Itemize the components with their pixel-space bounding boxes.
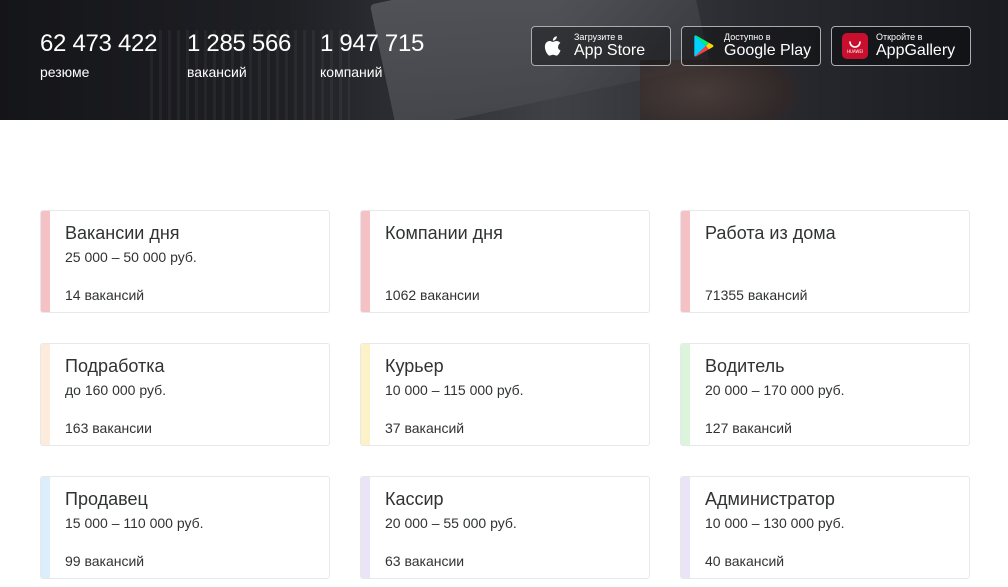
svg-text:HUAWEI: HUAWEI <box>847 49 863 54</box>
stat-resumes-label: резюме <box>40 64 90 80</box>
card-title: Администратор <box>705 489 835 509</box>
card-salary: 25 000 – 50 000 руб. <box>65 249 197 265</box>
stat-resumes[interactable]: 62 473 422 резюме <box>40 30 157 81</box>
card-salary: 20 000 – 170 000 руб. <box>705 382 845 398</box>
card-count: 1062 вакансии <box>385 287 480 303</box>
card-part-time[interactable]: Подработка до 160 000 руб. 163 вакансии <box>40 343 330 446</box>
card-count: 71355 вакансий <box>705 287 808 303</box>
app-store-caption: Загрузите в <box>574 32 623 42</box>
card-vacancies-of-day[interactable]: Вакансии дня 25 000 – 50 000 руб. 14 вак… <box>40 210 330 313</box>
stat-vacancies-value: 1 285 566 <box>187 30 292 57</box>
apple-icon <box>542 34 566 58</box>
card-title: Продавец <box>65 489 148 509</box>
card-accent-bar <box>681 477 690 578</box>
card-salary: 20 000 – 55 000 руб. <box>385 515 517 531</box>
card-count: 127 вакансий <box>705 420 792 436</box>
card-title: Водитель <box>705 356 785 376</box>
card-salary: 15 000 – 110 000 руб. <box>65 515 204 531</box>
hero-banner: 62 473 422 резюме 1 285 566 вакансий 1 9… <box>0 0 1008 120</box>
card-salary: 10 000 – 115 000 руб. <box>385 382 524 398</box>
stat-resumes-value: 62 473 422 <box>40 30 158 57</box>
card-courier[interactable]: Курьер 10 000 – 115 000 руб. 37 вакансий <box>360 343 650 446</box>
card-count: 99 вакансий <box>65 553 145 569</box>
card-remote-work[interactable]: Работа из дома 71355 вакансий <box>680 210 970 313</box>
app-gallery-button[interactable]: HUAWEI Откройте в AppGallery <box>831 26 971 66</box>
card-count: 63 вакансии <box>385 553 465 569</box>
card-seller[interactable]: Продавец 15 000 – 110 000 руб. 99 ваканс… <box>40 476 330 579</box>
stat-vacancies[interactable]: 1 285 566 вакансий <box>187 30 291 81</box>
card-driver[interactable]: Водитель 20 000 – 170 000 руб. 127 вакан… <box>680 343 970 446</box>
google-play-icon <box>692 34 716 58</box>
card-accent-bar <box>41 344 50 445</box>
google-play-caption: Доступно в <box>724 32 771 42</box>
stat-companies-value: 1 947 715 <box>320 30 425 57</box>
google-play-name: Google Play <box>724 42 812 59</box>
card-title: Курьер <box>385 356 444 376</box>
card-count: 40 вакансий <box>705 553 785 569</box>
card-accent-bar <box>681 211 690 312</box>
stat-companies[interactable]: 1 947 715 компаний <box>320 30 424 81</box>
card-cashier[interactable]: Кассир 20 000 – 55 000 руб. 63 вакансии <box>360 476 650 579</box>
card-count: 14 вакансий <box>65 287 145 303</box>
card-companies-of-day[interactable]: Компании дня 1062 вакансии <box>360 210 650 313</box>
card-title: Кассир <box>385 489 444 509</box>
card-count: 37 вакансий <box>385 420 465 436</box>
card-title: Работа из дома <box>705 223 836 243</box>
app-store-name: App Store <box>574 42 646 59</box>
app-gallery-name: AppGallery <box>876 42 956 59</box>
card-title: Компании дня <box>385 223 503 243</box>
card-accent-bar <box>361 344 370 445</box>
card-accent-bar <box>681 344 690 445</box>
card-accent-bar <box>41 477 50 578</box>
card-accent-bar <box>361 477 370 578</box>
card-salary: 10 000 – 130 000 руб. <box>705 515 845 531</box>
card-accent-bar <box>361 211 370 312</box>
app-gallery-caption: Откройте в <box>876 32 923 42</box>
google-play-button[interactable]: Доступно в Google Play <box>681 26 821 66</box>
huawei-icon: HUAWEI <box>842 33 868 59</box>
app-store-button[interactable]: Загрузите в App Store <box>531 26 671 66</box>
card-salary: до 160 000 руб. <box>65 382 167 398</box>
card-count: 163 вакансии <box>65 420 152 436</box>
card-title: Подработка <box>65 356 165 376</box>
stat-vacancies-label: вакансий <box>187 64 247 80</box>
card-accent-bar <box>41 211 50 312</box>
card-title: Вакансии дня <box>65 223 180 243</box>
stat-companies-label: компаний <box>320 64 383 80</box>
card-administrator[interactable]: Администратор 10 000 – 130 000 руб. 40 в… <box>680 476 970 579</box>
